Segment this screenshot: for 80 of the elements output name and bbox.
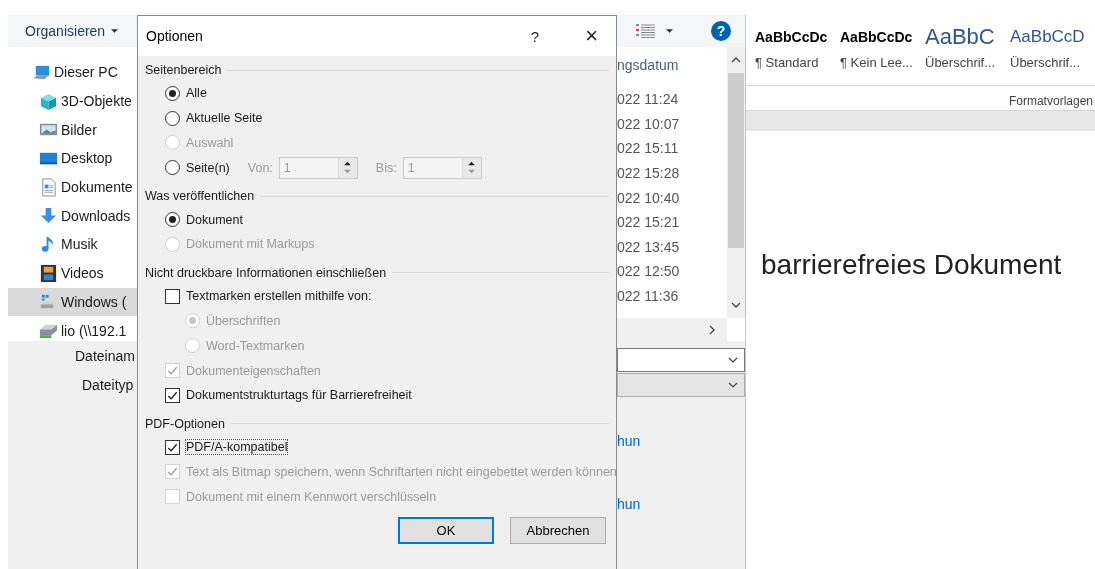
nav-item[interactable]: lio (\\192.1 [8, 316, 137, 341]
chevron-down-icon[interactable] [728, 356, 738, 363]
up-arrow-icon[interactable] [343, 161, 353, 167]
date-cell-text: 022 12:50 [617, 262, 681, 282]
option-label: Dokument mit Markups [186, 237, 315, 252]
date-cell-text: 022 10:40 [617, 188, 681, 208]
option-label: Dokument [186, 212, 243, 227]
field-label: Dateityp [81, 376, 135, 393]
chevron-down-icon[interactable] [728, 381, 738, 388]
document-icon [39, 177, 58, 197]
download-icon [39, 206, 58, 226]
column-header[interactable]: ngsdatum [617, 47, 727, 87]
checkbox[interactable] [165, 288, 180, 304]
date-cell-text: 022 11:24 [617, 90, 680, 110]
section-heading: Was veröffentlichen [145, 189, 255, 204]
option-label: Textmarken erstellen mithilfe von: [186, 289, 372, 304]
help-button[interactable]: ? [530, 27, 540, 45]
scroll-thumb[interactable] [728, 73, 744, 248]
group-label: Formatvorlagen [1008, 94, 1093, 108]
link[interactable]: hun [617, 496, 745, 512]
radio-button[interactable] [165, 160, 180, 176]
style-gallery-item[interactable]: AaBbC Überschrif... [925, 23, 1010, 85]
nav-item[interactable]: Musik [8, 230, 137, 259]
document-text: barrierefreies Dokument [761, 249, 1062, 280]
option-label: Dokument mit einem Kennwort verschlüsseln [186, 489, 437, 504]
date-cell-text: 022 15:28 [617, 164, 681, 184]
nav-item[interactable]: Windows ( [8, 287, 137, 317]
checkbox[interactable] [165, 387, 180, 403]
dialog-button[interactable]: OK [398, 517, 494, 545]
date-cell-text: 022 15:11 [617, 139, 680, 159]
date-cell-text: 022 15:21 [617, 213, 681, 233]
option-label: Text als Bitmap speichern, wenn Schriftarten nicht eingebettet werden können [186, 464, 617, 479]
radio-button[interactable] [165, 110, 180, 126]
to-label: Bis: [375, 160, 397, 175]
caret-icon [111, 29, 119, 33]
caret-icon[interactable] [666, 29, 673, 33]
checkbox[interactable] [165, 439, 180, 455]
option-label: Dokumenteigenschaften [186, 363, 321, 378]
film-icon [39, 263, 58, 283]
view-list-icon[interactable] [636, 23, 656, 39]
cube-icon [39, 91, 58, 111]
dialog-title: Optionen [146, 28, 204, 44]
scroll-up-icon[interactable] [731, 57, 741, 63]
section-heading: Seitenbereich [145, 63, 222, 77]
date-cell-text: 022 13:45 [617, 237, 681, 257]
help-button[interactable]: ? [711, 21, 731, 41]
option-label: Dokumentstrukturtags für Barrierefreiheit [186, 388, 412, 403]
option-label: Seite(n) [186, 160, 230, 175]
style-gallery-item[interactable]: AaBbCcD Überschrif... [1010, 23, 1095, 85]
option-label: Aktuelle Seite [186, 111, 263, 126]
up-arrow-icon[interactable] [467, 161, 477, 167]
option-label: PDF/A-kompatibel [186, 440, 288, 455]
radio-button[interactable] [165, 212, 180, 228]
scroll-right-icon[interactable] [709, 324, 715, 335]
nav-item[interactable]: Dokumente [8, 172, 137, 202]
organize-button[interactable]: Organisieren [25, 23, 119, 39]
style-gallery-item[interactable]: AaBbCcDc ¶ Kein Lee... [840, 23, 925, 85]
option-label: Überschriften [206, 313, 281, 328]
link[interactable]: hun [617, 433, 745, 449]
from-label: Von: [247, 160, 273, 175]
date-cell-text: 022 10:07 [617, 114, 681, 134]
nav-item[interactable]: Dieser PC [8, 58, 137, 87]
date-cell-text: 022 11:36 [617, 287, 680, 307]
close-button[interactable]: × [585, 23, 598, 49]
nav-item[interactable]: 3D-Objekte [8, 86, 137, 116]
option-label: Auswahl [186, 136, 234, 150]
radio-button[interactable] [165, 85, 180, 101]
filename-field[interactable] [617, 347, 745, 372]
section-heading: Nicht druckbare Informationen einschließen [145, 265, 387, 280]
option-label: Word-Textmarken [206, 338, 305, 353]
dialog-button[interactable]: Abbrechen [510, 517, 606, 545]
style-gallery-item[interactable]: AaBbCcDc ¶ Standard [755, 23, 840, 85]
field-label: Dateinam [74, 347, 136, 364]
nav-item[interactable]: Downloads [8, 201, 137, 231]
nav-item[interactable]: Desktop [8, 144, 137, 173]
option-label: Alle [186, 86, 207, 101]
nav-item[interactable]: Bilder [8, 115, 137, 145]
section-heading: PDF-Optionen [145, 416, 225, 431]
nav-item[interactable]: Videos [8, 258, 137, 288]
scroll-down-icon[interactable] [731, 302, 741, 308]
